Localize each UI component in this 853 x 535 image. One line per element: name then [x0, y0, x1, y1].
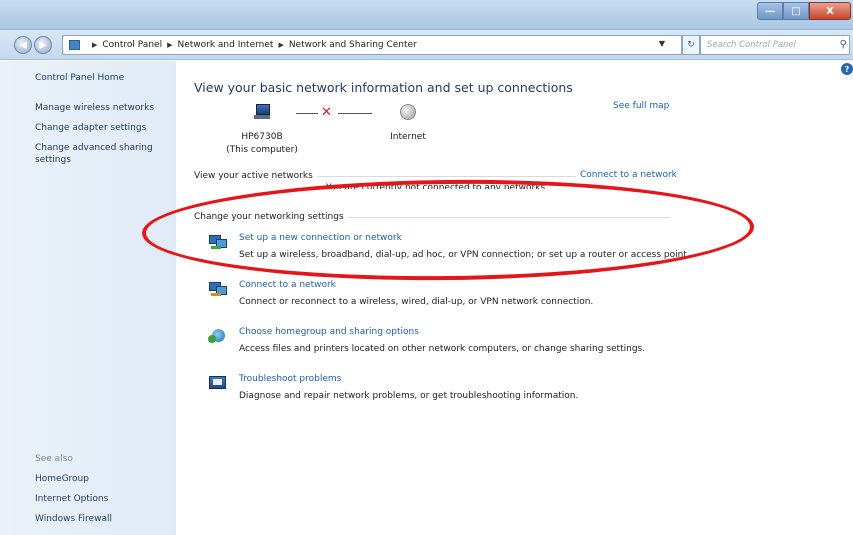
task-description: Connect or reconnect to a wireless, wire… [239, 297, 594, 307]
troubleshoot-icon [208, 374, 228, 392]
refresh-button[interactable]: ↻ [682, 35, 700, 55]
task-description: Diagnose and repair network problems, or… [239, 391, 579, 401]
maximize-button[interactable]: □ [783, 2, 809, 20]
minimize-button[interactable]: — [757, 2, 783, 20]
page-title: View your basic network information and … [194, 80, 573, 95]
search-input[interactable]: Search Control Panel ⚲ [700, 35, 850, 55]
control-panel-icon [67, 39, 81, 51]
breadcrumb-network-sharing-center[interactable]: Network and Sharing Center [289, 40, 417, 50]
connection-line [338, 113, 372, 114]
search-icon[interactable]: ⚲ [840, 39, 847, 50]
main-content: ? View your basic network information an… [176, 61, 853, 535]
computer-name-label: HP6730B [241, 132, 283, 142]
window-controls: — □ X [757, 2, 851, 20]
connection-line [296, 113, 318, 114]
computer-icon [252, 104, 272, 120]
active-networks-label: View your active networks [194, 171, 313, 181]
breadcrumb-separator-icon: ▶ [278, 41, 284, 49]
change-settings-header: Change your networking settings [194, 211, 670, 223]
task-description: Access files and printers located on oth… [239, 344, 646, 354]
back-button[interactable]: ◀ [14, 36, 32, 54]
help-icon[interactable]: ? [841, 63, 853, 75]
chevron-down-icon[interactable]: ▼ [659, 39, 665, 48]
breadcrumb-network-internet[interactable]: Network and Internet [177, 40, 273, 50]
see-also-heading: See also [35, 454, 73, 464]
homegroup-icon [208, 327, 228, 345]
forward-button[interactable]: ▶ [34, 36, 52, 54]
internet-label: Internet [390, 132, 426, 142]
connect-to-network-link[interactable]: Connect to a network [576, 170, 677, 180]
network-setup-icon [208, 233, 228, 251]
sidebar: Control Panel Home Manage wireless netwo… [0, 61, 176, 535]
sidebar-item-internet-options[interactable]: Internet Options [35, 493, 170, 505]
sidebar-item-control-panel-home[interactable]: Control Panel Home [35, 72, 170, 84]
homegroup-sharing-link[interactable]: Choose homegroup and sharing options [239, 327, 419, 337]
breadcrumb-control-panel[interactable]: Control Panel [102, 40, 162, 50]
internet-globe-icon [400, 104, 416, 120]
connect-network-link[interactable]: Connect to a network [239, 280, 336, 290]
task-description: Set up a wireless, broadband, dial-up, a… [239, 250, 690, 260]
address-bar[interactable]: ▶ Control Panel ▶ Network and Internet ▶… [62, 35, 682, 55]
see-full-map-link[interactable]: See full map [613, 101, 669, 111]
troubleshoot-link[interactable]: Troubleshoot problems [239, 374, 341, 384]
close-button[interactable]: X [809, 2, 851, 20]
window-titlebar: — □ X [0, 0, 853, 30]
breadcrumb-separator-icon: ▶ [92, 41, 98, 49]
disconnected-x-icon[interactable]: ✕ [321, 105, 332, 120]
sidebar-item-advanced-sharing[interactable]: Change advanced sharing settings [35, 142, 170, 166]
change-settings-label: Change your networking settings [194, 212, 344, 222]
section-divider [347, 216, 670, 218]
not-connected-text: You are currently not connected to any n… [326, 183, 548, 189]
sidebar-item-manage-wireless[interactable]: Manage wireless networks [35, 102, 170, 114]
sidebar-item-windows-firewall[interactable]: Windows Firewall [35, 513, 170, 525]
sidebar-item-change-adapter[interactable]: Change adapter settings [35, 122, 170, 134]
computer-subtitle-label: (This computer) [226, 145, 298, 155]
address-toolbar: ◀ ▶ ▶ Control Panel ▶ Network and Intern… [0, 30, 853, 60]
search-placeholder: Search Control Panel [707, 40, 797, 50]
sidebar-item-homegroup[interactable]: HomeGroup [35, 473, 170, 485]
connect-network-icon [208, 280, 228, 298]
breadcrumb-separator-icon: ▶ [167, 41, 173, 49]
setup-connection-link[interactable]: Set up a new connection or network [239, 233, 402, 243]
